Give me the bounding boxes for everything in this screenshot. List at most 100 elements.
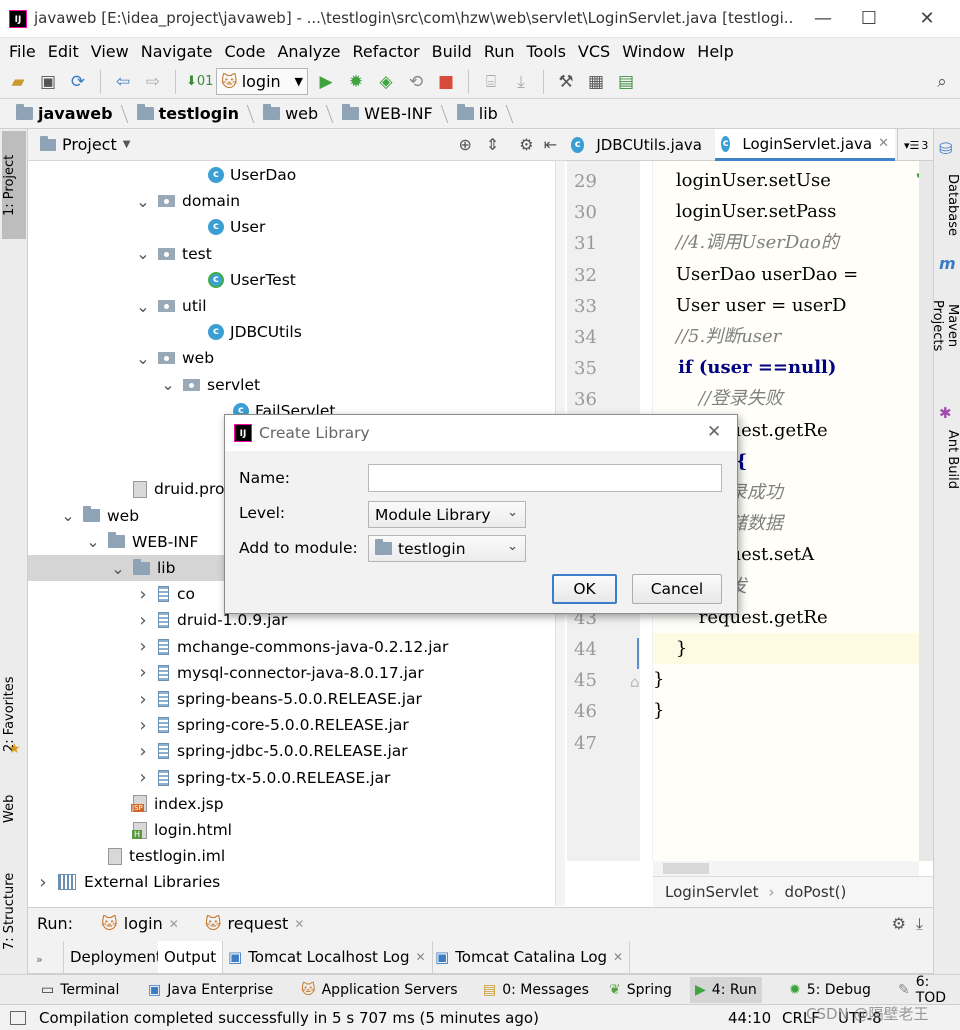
chevron-down-icon[interactable]: ⌄ (61, 506, 75, 525)
tree-item[interactable]: › spring-tx-5.0.0.RELEASE.jar (28, 765, 555, 791)
panel-toggle-icon[interactable] (10, 1010, 26, 1025)
code-line[interactable]: loginUser.setPass (653, 196, 933, 227)
tool-tab-project[interactable]: 1: Project (2, 131, 26, 239)
gear-icon[interactable]: ⚙ (519, 135, 533, 154)
chevron-down-icon[interactable]: ⌄ (136, 244, 150, 263)
tree-item[interactable]: login.html (28, 817, 555, 843)
tab-jdbcutils[interactable]: c JDBCUtils.java (565, 129, 708, 161)
chevron-right-icon[interactable]: › (136, 636, 150, 657)
tree-item[interactable]: ⌄ util (28, 293, 555, 319)
hide-panel-icon[interactable]: ⇤ (544, 135, 557, 154)
code-breadcrumb-method[interactable]: doPost() (785, 883, 847, 901)
status-message[interactable]: Compilation completed successfully in 5 … (39, 1009, 539, 1027)
level-select[interactable]: Module Library ⌄ (368, 501, 526, 528)
code-line[interactable]: UserDao userDao = (653, 259, 933, 290)
tool-tab-database[interactable]: Database (936, 155, 960, 255)
run-config-tab-request[interactable]: 🐱 request ✕ (205, 914, 305, 933)
tree-item[interactable]: ⌄ domain (28, 188, 555, 214)
menu-file[interactable]: File (9, 42, 36, 61)
breadcrumb-web[interactable]: web (255, 101, 328, 127)
chevron-down-icon[interactable]: ⌄ (136, 349, 150, 368)
menu-vcs[interactable]: VCS (578, 42, 610, 61)
tree-item[interactable]: › spring-jdbc-5.0.0.RELEASE.jar (28, 738, 555, 764)
close-tab-icon[interactable]: ✕ (169, 917, 179, 931)
tree-item[interactable]: › External Libraries (28, 869, 555, 895)
fold-marker-icon[interactable]: ⌂ (630, 673, 640, 691)
menu-edit[interactable]: Edit (48, 42, 79, 61)
tree-item[interactable]: c UserDao (28, 162, 555, 188)
update-icon[interactable]: ⌸ (479, 70, 503, 94)
horizontal-scrollbar[interactable] (653, 861, 919, 876)
tree-item[interactable]: › spring-beans-5.0.0.RELEASE.jar (28, 686, 555, 712)
module-select[interactable]: testlogin ⌄ (368, 535, 526, 562)
breadcrumb-javaweb[interactable]: javaweb (8, 101, 123, 127)
minimize-button[interactable]: — (800, 4, 846, 34)
chevron-right-icon[interactable]: › (136, 662, 150, 683)
tool-terminal[interactable]: ▭ Terminal (36, 979, 124, 1001)
chevron-right-icon[interactable]: › (136, 584, 150, 605)
open-folder-icon[interactable]: ▰ (6, 70, 30, 94)
tree-item[interactable]: › mysql-connector-java-8.0.17.jar (28, 660, 555, 686)
tree-item[interactable]: › spring-core-5.0.0.RELEASE.jar (28, 712, 555, 738)
breadcrumb-testlogin[interactable]: testlogin (129, 101, 249, 127)
code-line[interactable]: loginUser.setUse (653, 165, 933, 196)
run-icon[interactable]: ▶ (314, 70, 338, 94)
chevron-right-icon[interactable]: › (36, 872, 50, 893)
tree-item[interactable]: ⌄ servlet (28, 372, 555, 398)
tree-item[interactable]: ⌄ web (28, 345, 555, 371)
tree-item[interactable]: index.jsp (28, 791, 555, 817)
forward-arrow-icon[interactable]: ⇨ (141, 70, 165, 94)
menu-window[interactable]: Window (622, 42, 685, 61)
menu-navigate[interactable]: Navigate (141, 42, 213, 61)
chevron-right-icon[interactable]: › (136, 610, 150, 631)
tree-item[interactable]: c User (28, 214, 555, 240)
tool-java-enterprise[interactable]: ▣ Java Enterprise (143, 979, 278, 1001)
editor-scrollbar[interactable] (919, 161, 933, 861)
tab-output[interactable]: Output (158, 941, 224, 973)
code-line[interactable]: //5.判断user (653, 321, 933, 352)
close-tab-icon[interactable]: ✕ (294, 917, 304, 931)
code-line[interactable]: } (653, 695, 933, 726)
code-line[interactable] (653, 727, 933, 758)
gear-icon[interactable]: ⚙ (892, 914, 906, 933)
breadcrumb-lib[interactable]: lib (449, 101, 508, 127)
close-tab-icon[interactable]: ✕ (613, 950, 623, 964)
code-line[interactable]: //4.调用UserDao的 (653, 227, 933, 258)
sdk-icon[interactable]: ▤ (614, 70, 638, 94)
chevron-down-icon[interactable]: ⌄ (86, 532, 100, 551)
chevron-down-icon[interactable]: ⌄ (136, 192, 150, 211)
menu-refactor[interactable]: Refactor (353, 42, 420, 61)
locate-icon[interactable]: ⊕ (458, 135, 471, 154)
tab-loginservlet[interactable]: c LoginServlet.java ✕ (715, 129, 895, 161)
project-structure-icon[interactable]: ▦ (584, 70, 608, 94)
chevron-down-icon[interactable]: ⌄ (161, 375, 175, 394)
breadcrumb-web-inf[interactable]: WEB-INF (334, 101, 443, 127)
code-breadcrumb-class[interactable]: LoginServlet (665, 883, 759, 901)
tab-tomcat-localhost-log[interactable]: ▣ Tomcat Localhost Log ✕ (222, 941, 433, 973)
dialog-close-icon[interactable]: ✕ (707, 422, 721, 442)
menu-code[interactable]: Code (225, 42, 266, 61)
tab-deployment[interactable]: Deployment (63, 941, 169, 973)
menu-tools[interactable]: Tools (527, 42, 566, 61)
run-config-tab-login[interactable]: 🐱 login ✕ (101, 914, 179, 933)
close-tab-icon[interactable]: ✕ (416, 950, 426, 964)
chevron-right-icon[interactable]: › (136, 715, 150, 736)
expand-icon[interactable]: » (36, 953, 43, 966)
commit-icon[interactable]: ⤓ (509, 70, 533, 94)
tool-tab-structure[interactable]: 7: Structure (2, 854, 26, 969)
tree-item[interactable]: c UserTest (28, 267, 555, 293)
debug-icon[interactable]: ✹ (344, 70, 368, 94)
coverage-icon[interactable]: ◈ (374, 70, 398, 94)
tool-tab-maven[interactable]: Maven Projects (930, 271, 960, 381)
maximize-button[interactable]: ☐ (846, 4, 892, 34)
tool-debug[interactable]: ✹ 5: Debug (784, 979, 876, 1001)
close-window-button[interactable]: ✕ (904, 4, 950, 34)
save-all-icon[interactable]: ▣ (36, 70, 60, 94)
tree-item[interactable]: c JDBCUtils (28, 319, 555, 345)
settings-wrench-icon[interactable]: ⚒ (554, 70, 578, 94)
tool-todo[interactable]: ✎ 6: TOD (893, 974, 960, 1006)
build-icon[interactable]: ⬇01 (186, 70, 213, 94)
code-line[interactable]: } (653, 664, 933, 695)
minimize-panel-icon[interactable]: ⤓ (916, 914, 923, 934)
menu-run[interactable]: Run (484, 42, 515, 61)
